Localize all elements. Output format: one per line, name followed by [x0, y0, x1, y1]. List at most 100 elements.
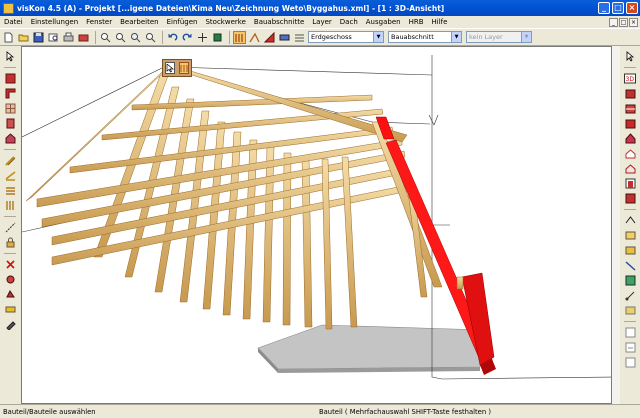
- menu-bar: Datei Einstellungen Fenster Bearbeiten E…: [0, 16, 640, 28]
- pan-icon[interactable]: [196, 31, 209, 44]
- roof-icon[interactable]: [4, 169, 17, 181]
- view-3d-icon[interactable]: 3D: [624, 72, 637, 84]
- door-icon[interactable]: [4, 117, 17, 129]
- story-select[interactable]: Erdgeschoss ▼: [308, 31, 384, 43]
- toolbar-separator: [95, 30, 96, 44]
- window-icon[interactable]: [4, 102, 17, 114]
- layer-select[interactable]: kein Layer ▼: [466, 31, 532, 43]
- lock-icon[interactable]: [4, 236, 17, 248]
- move-icon[interactable]: [4, 273, 17, 285]
- save-icon[interactable]: [32, 31, 45, 44]
- menu-fenster[interactable]: Fenster: [82, 18, 116, 26]
- mdi-minimize-button[interactable]: _: [609, 17, 618, 27]
- house-icon[interactable]: [4, 132, 17, 144]
- line-icon[interactable]: [624, 229, 637, 241]
- settings-icon[interactable]: [624, 341, 637, 353]
- print-preview-icon[interactable]: [47, 31, 60, 44]
- wall-icon[interactable]: [624, 117, 637, 129]
- roof-structure-drawing: [22, 55, 611, 380]
- mdi-restore-button[interactable]: □: [619, 17, 628, 27]
- measure-icon[interactable]: [4, 303, 17, 315]
- 3d-view-canvas[interactable]: [21, 46, 612, 404]
- zoom-in-icon[interactable]: [99, 31, 112, 44]
- toolbar-separator: [624, 67, 636, 68]
- print-icon[interactable]: [62, 31, 75, 44]
- cursor-icon[interactable]: [165, 62, 175, 74]
- menu-hilfe[interactable]: Hilfe: [428, 18, 452, 26]
- timber-frame-icon[interactable]: [179, 62, 189, 74]
- menu-hrb[interactable]: HRB: [405, 18, 428, 26]
- story-select-value: Erdgeschoss: [311, 33, 352, 41]
- menu-bearbeiten[interactable]: Bearbeiten: [116, 18, 162, 26]
- house-icon[interactable]: [624, 147, 637, 159]
- dimension-icon[interactable]: [624, 289, 637, 301]
- wall-corner-icon[interactable]: [4, 87, 17, 99]
- menu-ausgaben[interactable]: Ausgaben: [362, 18, 405, 26]
- section-select[interactable]: Bauabschnitt ▼: [388, 31, 462, 43]
- text-icon[interactable]: [624, 274, 637, 286]
- zoom-icon[interactable]: [624, 326, 637, 338]
- menu-dach[interactable]: Dach: [336, 18, 362, 26]
- toolbar-separator: [4, 216, 16, 217]
- roof-icon[interactable]: [624, 132, 637, 144]
- building-icon[interactable]: [624, 87, 637, 99]
- tool-icon[interactable]: [4, 318, 17, 330]
- zoom-window-icon[interactable]: [129, 31, 142, 44]
- grid-icon[interactable]: [624, 304, 637, 316]
- render-mode-icon[interactable]: [211, 31, 224, 44]
- stairs-icon[interactable]: [4, 154, 17, 166]
- chevron-down-icon: ▼: [451, 32, 461, 42]
- cursor-icon[interactable]: [4, 50, 17, 62]
- rafter-icon[interactable]: [248, 31, 261, 44]
- timber-frame-icon[interactable]: [233, 30, 246, 44]
- grid-icon[interactable]: [293, 31, 306, 44]
- wall-icon[interactable]: [4, 72, 17, 84]
- slab-icon[interactable]: [624, 192, 637, 204]
- circle-icon[interactable]: [624, 244, 637, 256]
- layers-icon[interactable]: [624, 356, 637, 368]
- zoom-out-icon[interactable]: [114, 31, 127, 44]
- menu-layer[interactable]: Layer: [308, 18, 336, 26]
- chevron-down-icon: ▼: [521, 32, 531, 42]
- maximize-button[interactable]: □: [612, 2, 624, 14]
- toolbar-separator: [229, 30, 230, 44]
- door-icon[interactable]: [624, 177, 637, 189]
- rotate-icon[interactable]: [4, 288, 17, 300]
- minimize-button[interactable]: _: [598, 2, 610, 14]
- layer-select-value: kein Layer: [469, 33, 503, 41]
- toolbar-separator: [624, 321, 636, 322]
- snap-palette[interactable]: [162, 59, 192, 77]
- toolbar-separator: [4, 67, 16, 68]
- close-button[interactable]: ×: [626, 2, 638, 14]
- polygon-icon[interactable]: [624, 214, 637, 226]
- export-icon[interactable]: [77, 31, 90, 44]
- window-icon[interactable]: [624, 162, 637, 174]
- menu-bauabschnitte[interactable]: Bauabschnitte: [250, 18, 308, 26]
- menu-stockwerke[interactable]: Stockwerke: [201, 18, 249, 26]
- ruler-icon[interactable]: [4, 221, 17, 233]
- status-hint-text: Bauteil ( Mehrfachauswahl SHIFT-Taste fe…: [318, 407, 491, 416]
- section-icon[interactable]: [624, 102, 637, 114]
- delete-icon[interactable]: [4, 258, 17, 270]
- redo-icon[interactable]: [181, 31, 194, 44]
- svg-text:3D: 3D: [626, 76, 635, 83]
- menu-einfuegen[interactable]: Einfügen: [163, 18, 202, 26]
- status-bar: Bauteil/Bauteile auswählen Bauteil ( Meh…: [0, 404, 640, 418]
- beam-icon[interactable]: [4, 184, 17, 196]
- arc-icon[interactable]: [624, 259, 637, 271]
- zoom-all-icon[interactable]: [144, 31, 157, 44]
- floor-slab: [257, 324, 485, 373]
- undo-icon[interactable]: [166, 31, 179, 44]
- vertical-scrollbar[interactable]: [612, 46, 620, 404]
- new-file-icon[interactable]: [2, 31, 15, 44]
- roof-section-icon[interactable]: [263, 31, 276, 44]
- column-icon[interactable]: [4, 199, 17, 211]
- menu-datei[interactable]: Datei: [0, 18, 27, 26]
- mdi-close-button[interactable]: ×: [629, 17, 638, 27]
- mdi-controls: _ □ ×: [609, 17, 638, 27]
- window-title: visKon 4.5 (A) - Projekt [...igene Datei…: [17, 3, 445, 13]
- open-folder-icon[interactable]: [17, 31, 30, 44]
- layer-display-icon[interactable]: [278, 31, 291, 44]
- menu-einstellungen[interactable]: Einstellungen: [27, 18, 82, 26]
- cursor-icon[interactable]: [624, 50, 637, 62]
